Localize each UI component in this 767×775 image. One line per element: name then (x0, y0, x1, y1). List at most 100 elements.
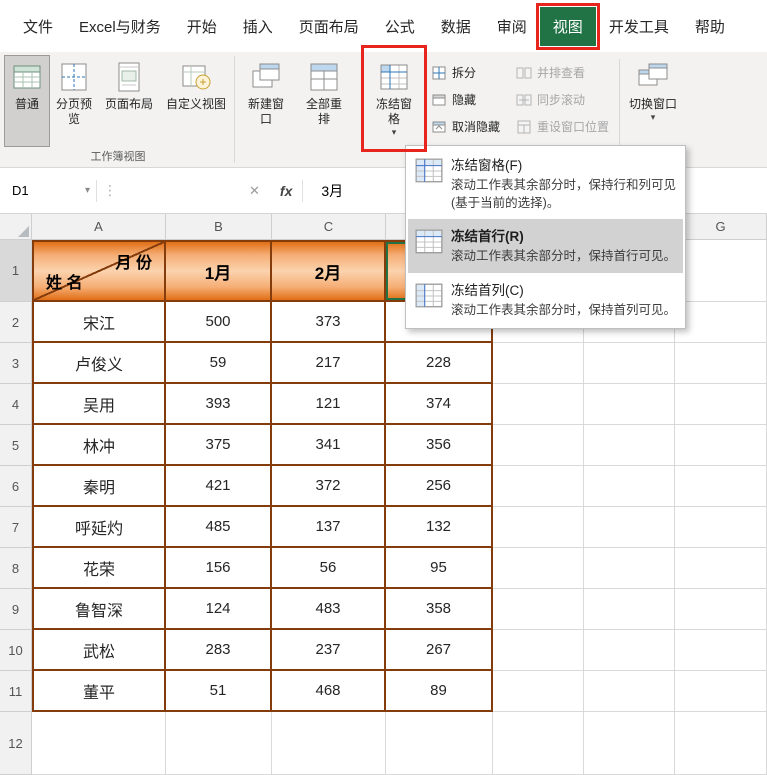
cell[interactable] (493, 425, 584, 466)
cell[interactable]: 呼延灼 (32, 507, 166, 548)
row-header[interactable]: 5 (0, 425, 32, 466)
cell[interactable]: 375 (166, 425, 272, 466)
cell[interactable]: 483 (272, 589, 386, 630)
row-header[interactable]: 4 (0, 384, 32, 425)
row-header[interactable]: 7 (0, 507, 32, 548)
cell[interactable] (32, 712, 166, 775)
cell[interactable]: 267 (386, 630, 493, 671)
tab-page-layout[interactable]: 页面布局 (286, 7, 372, 46)
cell[interactable] (675, 302, 767, 343)
cell[interactable]: 花荣 (32, 548, 166, 589)
cell[interactable] (272, 712, 386, 775)
cell-a1-diagonal-header[interactable]: 月 份 姓 名 (32, 240, 166, 302)
row-header[interactable]: 6 (0, 466, 32, 507)
row-header[interactable]: 10 (0, 630, 32, 671)
tab-home[interactable]: 开始 (174, 7, 230, 46)
tab-file[interactable]: 文件 (10, 7, 66, 46)
cell[interactable]: 秦明 (32, 466, 166, 507)
column-header-a[interactable]: A (32, 214, 166, 240)
cell[interactable]: 124 (166, 589, 272, 630)
cell[interactable] (493, 343, 584, 384)
row-header[interactable]: 2 (0, 302, 32, 343)
cell[interactable]: 121 (272, 384, 386, 425)
cell[interactable]: 256 (386, 466, 493, 507)
cell[interactable]: 217 (272, 343, 386, 384)
select-all-corner[interactable] (0, 214, 32, 240)
cell[interactable] (493, 384, 584, 425)
page-layout-view-button[interactable]: 页面布局 (98, 55, 160, 147)
tab-data[interactable]: 数据 (428, 7, 484, 46)
insert-function-icon[interactable]: fx (270, 183, 302, 199)
cell[interactable] (584, 712, 675, 775)
tab-help[interactable]: 帮助 (682, 7, 738, 46)
cell[interactable]: 372 (272, 466, 386, 507)
cell[interactable]: 373 (272, 302, 386, 343)
cell[interactable]: 228 (386, 343, 493, 384)
switch-windows-dropdown-arrow[interactable]: ▾ (651, 113, 656, 122)
name-box[interactable]: D1 ▾ (0, 178, 96, 204)
switch-windows-button[interactable]: 切换窗口 ▾ (622, 55, 684, 147)
row-header[interactable]: 12 (0, 712, 32, 775)
hide-button[interactable]: 隐藏 (427, 88, 504, 111)
cell[interactable]: 95 (386, 548, 493, 589)
new-window-button[interactable]: 新建窗口 (237, 55, 295, 147)
cell[interactable]: 283 (166, 630, 272, 671)
arrange-all-button[interactable]: 全部重排 (295, 55, 353, 147)
cell[interactable]: 89 (386, 671, 493, 712)
row-header[interactable]: 11 (0, 671, 32, 712)
cell-c1[interactable]: 2月 (272, 240, 386, 302)
formula-bar-value[interactable]: 3月 (303, 181, 343, 201)
cell[interactable] (493, 589, 584, 630)
cell[interactable] (493, 671, 584, 712)
tab-developer[interactable]: 开发工具 (596, 7, 682, 46)
column-header-c[interactable]: C (272, 214, 386, 240)
cell[interactable]: 132 (386, 507, 493, 548)
cell[interactable]: 137 (272, 507, 386, 548)
tab-review[interactable]: 审阅 (484, 7, 540, 46)
cell[interactable]: 358 (386, 589, 493, 630)
cell[interactable]: 393 (166, 384, 272, 425)
cell[interactable]: 鲁智深 (32, 589, 166, 630)
cell[interactable] (493, 712, 584, 775)
cell[interactable]: 卢俊义 (32, 343, 166, 384)
cell[interactable] (584, 507, 675, 548)
unhide-button[interactable]: 取消隐藏 (427, 115, 504, 138)
cell[interactable] (584, 425, 675, 466)
freeze-panes-dropdown-arrow[interactable]: ▾ (392, 128, 397, 137)
cell[interactable]: 51 (166, 671, 272, 712)
cancel-icon[interactable]: ✕ (239, 183, 270, 199)
cell[interactable] (584, 548, 675, 589)
cell[interactable] (584, 589, 675, 630)
row-header[interactable]: 1 (0, 240, 32, 302)
cell[interactable]: 董平 (32, 671, 166, 712)
cell[interactable]: 341 (272, 425, 386, 466)
cell[interactable] (493, 507, 584, 548)
cell[interactable] (675, 384, 767, 425)
custom-views-button[interactable]: 自定义视图 (160, 55, 232, 147)
row-header[interactable]: 8 (0, 548, 32, 589)
cell[interactable] (675, 589, 767, 630)
cell[interactable] (493, 630, 584, 671)
tab-view[interactable]: 视图 (535, 2, 600, 50)
formula-bar-drag-dots-icon[interactable]: ⋮ (97, 182, 121, 199)
cell[interactable] (166, 712, 272, 775)
name-box-chevron-icon[interactable]: ▾ (85, 185, 96, 196)
cell[interactable]: 421 (166, 466, 272, 507)
page-break-preview-button[interactable]: 分页预览 (50, 55, 98, 147)
tab-excel-finance[interactable]: Excel与财务 (66, 7, 174, 46)
tab-insert[interactable]: 插入 (230, 7, 286, 46)
cell-b1[interactable]: 1月 (166, 240, 272, 302)
cell[interactable] (675, 466, 767, 507)
cell[interactable] (675, 712, 767, 775)
cell[interactable] (675, 240, 767, 302)
cell[interactable] (675, 507, 767, 548)
cell[interactable] (675, 343, 767, 384)
cell[interactable]: 500 (166, 302, 272, 343)
cell[interactable] (675, 671, 767, 712)
row-header[interactable]: 9 (0, 589, 32, 630)
column-header-b[interactable]: B (166, 214, 272, 240)
cell[interactable] (493, 466, 584, 507)
cell[interactable]: 485 (166, 507, 272, 548)
cell[interactable]: 56 (272, 548, 386, 589)
cell[interactable]: 吴用 (32, 384, 166, 425)
